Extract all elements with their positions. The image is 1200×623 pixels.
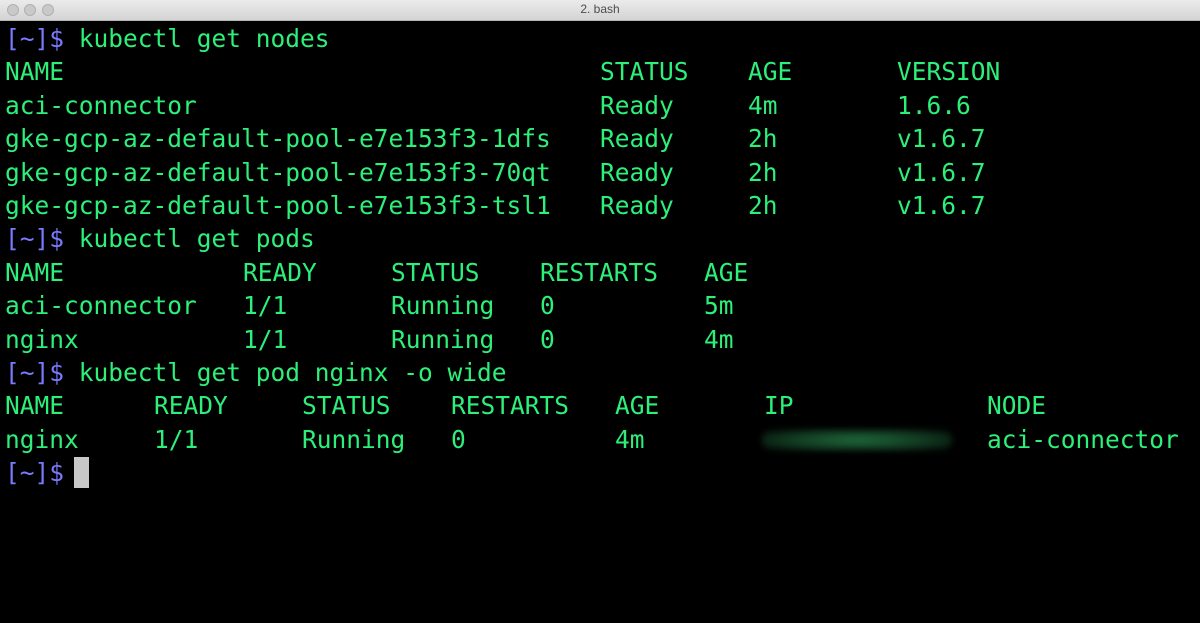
command-text: kubectl get pod nginx -o wide [78,357,507,387]
column-header: VERSION [897,57,1001,87]
command-text: kubectl get nodes [78,24,330,53]
pod-age: 4m [615,424,645,454]
prompt: [~]$ [5,24,65,53]
column-header: RESTARTS [540,257,659,287]
table-row: gke-gcp-az-default-pool-e7e153f3-tsl1 Re… [5,189,1200,222]
node-name: aci-connector [5,90,197,120]
node-version: v1.6.7 [897,190,986,220]
table-row: gke-gcp-az-default-pool-e7e153f3-70qt Re… [5,156,1200,189]
terminal-output[interactable]: [~]$ kubectl get nodes NAME STATUS AGE V… [5,22,1200,623]
prompt: [~]$ [5,458,65,488]
pod-restarts: 0 [540,324,555,354]
pod-restarts: 0 [540,291,555,321]
text-cursor [74,457,90,489]
node-version: 1.6.6 [897,90,971,120]
column-header: STATUS [302,391,391,421]
table-row: nginx 1/1 Running 0 4m aci-connector [5,423,1200,456]
node-status: Ready [600,157,674,187]
node-status: Ready [600,124,674,154]
pod-ready: 1/1 [154,424,199,454]
node-version: v1.6.7 [897,124,986,154]
pod-age: 4m [704,324,734,354]
column-header: NAME [5,391,65,421]
column-header: AGE [704,257,749,287]
terminal-window: 2. bash [~]$ kubectl get nodes NAME STAT… [0,0,1200,623]
command-text: kubectl get pods [78,224,315,254]
table-row: nginx 1/1 Running 0 4m [5,323,1200,356]
pod-name: nginx [5,324,79,354]
pod-name: aci-connector [5,291,197,321]
pod-ready: 1/1 [243,324,288,354]
table-row: aci-connector Ready 4m 1.6.6 [5,89,1200,122]
node-name: gke-gcp-az-default-pool-e7e153f3-1dfs [5,124,551,154]
pod-restarts: 0 [451,424,466,454]
column-header: STATUS [600,57,689,87]
column-header: READY [154,391,228,421]
redacted-ip [762,428,952,451]
column-header: READY [243,257,317,287]
command-line[interactable]: [~]$ [5,456,1200,489]
command-line: [~]$ kubectl get pod nginx -o wide [5,356,1200,389]
column-header: RESTARTS [451,391,570,421]
column-header: NAME [5,57,65,87]
column-header: STATUS [391,257,480,287]
title-bar[interactable]: 2. bash [0,0,1200,21]
node-name: gke-gcp-az-default-pool-e7e153f3-tsl1 [5,190,551,220]
table-row: aci-connector 1/1 Running 0 5m [5,289,1200,322]
table-header: NAME READY STATUS RESTARTS AGE IP NODE [5,389,1200,422]
table-row: gke-gcp-az-default-pool-e7e153f3-1dfs Re… [5,122,1200,155]
node-name: gke-gcp-az-default-pool-e7e153f3-70qt [5,157,551,187]
prompt: [~]$ [5,357,65,387]
pod-ready: 1/1 [243,291,288,321]
node-age: 4m [748,90,778,120]
node-version: v1.6.7 [897,157,986,187]
node-age: 2h [748,190,778,220]
node-age: 2h [748,124,778,154]
pod-status: Running [391,291,495,321]
column-header: IP [764,391,794,421]
command-line: [~]$ kubectl get nodes [5,22,1200,55]
column-header: NODE [987,391,1047,421]
node-status: Ready [600,190,674,220]
window-title: 2. bash [580,2,620,16]
table-header: NAME STATUS AGE VERSION [5,55,1200,88]
pod-status: Running [302,424,406,454]
pod-status: Running [391,324,495,354]
pod-node: aci-connector [987,424,1179,454]
column-header: AGE [615,391,660,421]
node-age: 2h [748,157,778,187]
column-header: AGE [748,57,793,87]
node-status: Ready [600,90,674,120]
pod-age: 5m [704,291,734,321]
table-header: NAME READY STATUS RESTARTS AGE [5,256,1200,289]
prompt: [~]$ [5,224,65,254]
column-header: NAME [5,257,65,287]
pod-name: nginx [5,424,79,454]
command-line: [~]$ kubectl get pods [5,222,1200,255]
